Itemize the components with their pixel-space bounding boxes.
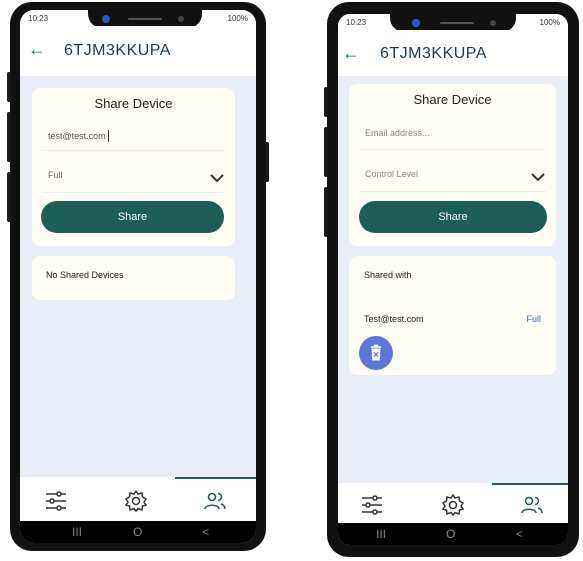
control-level-select[interactable]: Full <box>48 170 63 180</box>
home-button[interactable]: O <box>446 527 455 541</box>
back-arrow-icon[interactable]: ← <box>342 44 360 62</box>
back-arrow-icon[interactable]: ← <box>28 40 46 58</box>
app-bar: ← 6TJM3KKUPA <box>20 26 256 76</box>
chevron-down-icon[interactable] <box>210 174 224 183</box>
page-title: 6TJM3KKUPA <box>380 45 487 62</box>
nav-back-button[interactable]: < <box>202 525 209 539</box>
sensor <box>178 16 184 22</box>
status-time: 10:23 <box>28 14 49 23</box>
divider <box>42 192 225 193</box>
gear-icon[interactable] <box>441 493 465 517</box>
bottom-tab-bar <box>338 483 568 523</box>
recent-apps-button[interactable]: III <box>376 527 386 541</box>
page-title: 6TJM3KKUPA <box>64 42 171 59</box>
camera <box>412 19 420 27</box>
shared-user-level[interactable]: Full <box>526 314 541 324</box>
divider <box>359 191 546 192</box>
system-nav-bar: III O < <box>338 523 568 545</box>
text-cursor <box>108 130 109 142</box>
recent-apps-button[interactable]: III <box>72 525 82 539</box>
sensor <box>490 20 496 26</box>
users-icon[interactable] <box>203 489 227 513</box>
control-level-select[interactable]: Control Level <box>365 169 418 179</box>
status-battery: 100% <box>539 18 560 27</box>
email-field[interactable]: test@test.com <box>48 131 106 141</box>
status-battery: 100% <box>227 14 248 23</box>
delete-share-button[interactable] <box>359 336 393 370</box>
divider <box>359 149 546 150</box>
speaker <box>440 22 474 24</box>
share-device-card: Share Device test@test.com Full Share <box>32 88 235 246</box>
home-button[interactable]: O <box>133 525 142 539</box>
email-field[interactable]: Email address... <box>365 128 430 138</box>
active-tab-indicator <box>175 477 256 479</box>
trash-icon <box>370 344 382 361</box>
share-device-card: Share Device Email address... Control Le… <box>349 84 556 246</box>
shared-devices-card: No Shared Devices <box>32 256 235 300</box>
left-phone: 10:23 100% ← 6TJM3KKUPA Share Device tes… <box>7 2 269 551</box>
shared-with-title: Shared with <box>364 270 412 280</box>
camera <box>102 15 110 23</box>
right-screen: 10:23 100% ← 6TJM3KKUPA Share Device Ema… <box>338 14 568 545</box>
chevron-down-icon[interactable] <box>531 173 545 182</box>
sliders-icon[interactable] <box>44 489 68 513</box>
right-phone: 10:23 100% ← 6TJM3KKUPA Share Device Ema… <box>324 2 579 557</box>
share-button[interactable]: Share <box>41 201 224 233</box>
gear-icon[interactable] <box>124 489 148 513</box>
card-title: Share Device <box>413 92 492 107</box>
app-bar: ← 6TJM3KKUPA <box>338 30 568 76</box>
shared-user-email: Test@test.com <box>364 314 424 324</box>
speaker <box>128 18 162 20</box>
sliders-icon[interactable] <box>360 493 384 517</box>
users-icon[interactable] <box>520 493 544 517</box>
share-button[interactable]: Share <box>359 201 547 233</box>
bottom-tab-bar <box>20 477 256 521</box>
left-screen: 10:23 100% ← 6TJM3KKUPA Share Device tes… <box>20 10 256 543</box>
active-tab-indicator <box>492 483 568 485</box>
system-nav-bar: III O < <box>20 521 256 543</box>
no-shared-devices-text: No Shared Devices <box>46 270 124 280</box>
status-time: 10:23 <box>346 18 367 27</box>
divider <box>42 150 225 151</box>
card-title: Share Device <box>94 96 173 111</box>
shared-with-card: Shared with Test@test.com Full <box>349 256 556 375</box>
nav-back-button[interactable]: < <box>516 527 523 541</box>
